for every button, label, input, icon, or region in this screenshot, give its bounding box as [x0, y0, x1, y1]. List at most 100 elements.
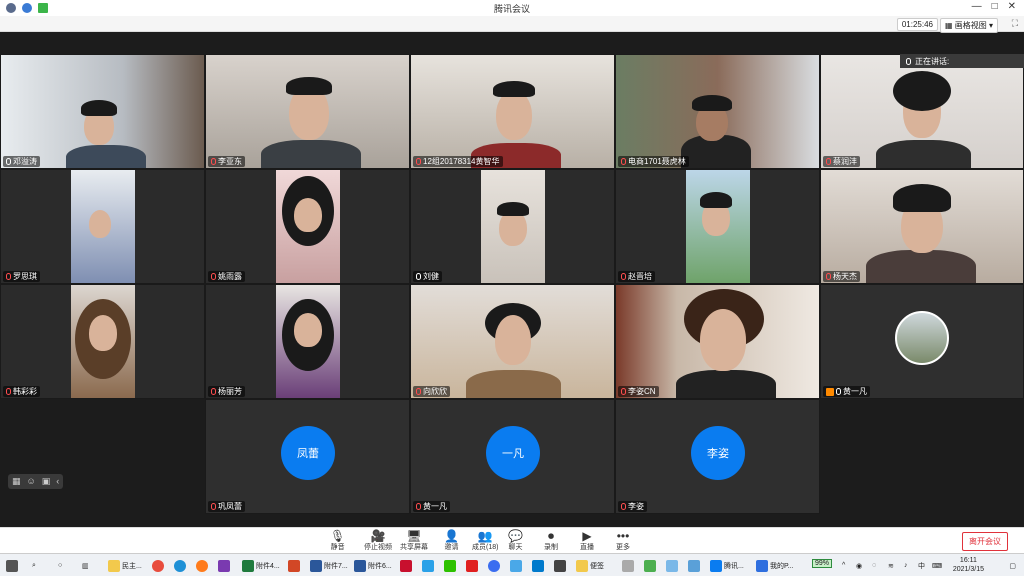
participant-name: 罗思琪: [13, 272, 37, 281]
video-tile[interactable]: 蔡润沣: [820, 54, 1024, 169]
app-icon[interactable]: [688, 558, 700, 573]
powerpoint-icon[interactable]: [288, 558, 300, 573]
tray-chevron-icon[interactable]: ^: [842, 558, 845, 573]
app-icon[interactable]: [554, 558, 566, 573]
input-method-indicator[interactable]: 中: [918, 558, 925, 573]
app-icon[interactable]: [622, 558, 634, 573]
taskbar-app[interactable]: 附件6...: [354, 558, 392, 573]
system-clock[interactable]: 16:11 2021/3/15: [953, 556, 984, 574]
leave-meeting-button[interactable]: 离开会议: [962, 532, 1008, 551]
video-tile[interactable]: 姚雨露: [205, 169, 410, 284]
view-mode-label: 画格视图: [954, 21, 987, 30]
task-view-icon[interactable]: ▥: [82, 558, 89, 573]
video-tile[interactable]: 一凡 黄一凡: [410, 399, 615, 514]
taskbar-app[interactable]: 民主...: [108, 558, 142, 573]
app-icon[interactable]: [466, 558, 478, 573]
app-icon[interactable]: [644, 558, 656, 573]
muted-microphone-icon: [211, 503, 216, 510]
app-icon[interactable]: [488, 558, 500, 573]
stop-video-button[interactable]: 🎥 停止视频: [364, 530, 392, 552]
participant-name: 李姿CN: [628, 387, 656, 396]
taskbar-app[interactable]: 腾讯...: [710, 558, 744, 573]
video-tile[interactable]: 杨丽芳: [205, 284, 410, 399]
mute-button[interactable]: 🎙 静音: [330, 530, 345, 552]
video-tile[interactable]: 韩彩彩: [0, 284, 205, 399]
video-tile[interactable]: 罗思琪: [0, 169, 205, 284]
grid-layout-icon[interactable]: ▦: [12, 476, 21, 487]
start-icon[interactable]: [6, 558, 18, 573]
avatar: 一凡: [486, 426, 540, 480]
participant-name: 刘健: [423, 272, 439, 281]
view-mode-button[interactable]: ▦ 画格视图 ▾: [939, 18, 998, 33]
participant-name: 黄一凡: [843, 387, 867, 396]
muted-microphone-icon: [211, 273, 216, 280]
fullscreen-icon[interactable]: ⛶: [1012, 18, 1018, 29]
taskbar-app[interactable]: 便签: [576, 558, 604, 573]
video-tile[interactable]: 电商1701聂虎林: [615, 54, 820, 169]
video-tile[interactable]: 黄一凡: [820, 284, 1024, 399]
participant-name: 向欣欣: [423, 387, 447, 396]
video-tile[interactable]: 向欣欣: [410, 284, 615, 399]
image-icon[interactable]: ▣: [42, 476, 51, 487]
muted-microphone-icon: [416, 503, 421, 510]
live-button[interactable]: ▶ 直播: [580, 530, 594, 552]
meeting-controls: 🎙 静音 🎥 停止视频 🖥 共享屏幕 👤 邀请 👥 成员(18) 💬 聊天 ⏺ 录制 ▶ 直播 …: [0, 527, 1024, 553]
avatar: [895, 311, 949, 365]
search-icon[interactable]: ⌕: [32, 558, 36, 573]
minimize-button[interactable]: —: [972, 1, 982, 12]
microphone-icon: [416, 273, 421, 280]
vscode-icon[interactable]: [532, 558, 544, 573]
video-tile[interactable]: 12组20178314黄智华: [410, 54, 615, 169]
tray-icon[interactable]: ◌: [872, 558, 876, 573]
record-label: 录制: [544, 544, 558, 551]
taskbar-app[interactable]: 我的P...: [756, 558, 794, 573]
participant-name: 韩彩彩: [13, 387, 37, 396]
taskbar-app-label: 我的P...: [770, 562, 794, 570]
muted-microphone-icon: [416, 158, 421, 165]
avatar: 李姿: [691, 426, 745, 480]
notification-icon[interactable]: ▢: [1009, 558, 1016, 573]
participant-name: 杨丽芳: [218, 387, 242, 396]
video-tile[interactable]: 李姿CN: [615, 284, 820, 399]
pdf-icon[interactable]: [400, 558, 412, 573]
keyboard-icon[interactable]: ⌨: [932, 558, 942, 573]
share-screen-button[interactable]: 🖥 共享屏幕: [400, 530, 428, 552]
members-button[interactable]: 👥 成员(18): [472, 530, 498, 552]
app-icon[interactable]: [422, 558, 434, 573]
wechat-icon[interactable]: [444, 558, 456, 573]
tray-icon[interactable]: ◉: [856, 558, 862, 573]
more-button[interactable]: ••• 更多: [616, 530, 630, 552]
video-tile[interactable]: 凤蕾 巩凤蕾: [205, 399, 410, 514]
onenote-icon[interactable]: [218, 558, 230, 573]
participant-name: 黄一凡: [423, 502, 447, 511]
taskbar-app[interactable]: 附件7...: [310, 558, 348, 573]
cortana-icon[interactable]: ○: [58, 558, 62, 573]
volume-icon[interactable]: ♪: [904, 558, 908, 573]
chrome-icon[interactable]: [152, 558, 164, 573]
video-tile[interactable]: 杨天杰: [820, 169, 1024, 284]
more-icon: •••: [616, 529, 630, 543]
face-icon[interactable]: ☺: [27, 476, 36, 487]
app-icon[interactable]: [666, 558, 678, 573]
chat-button[interactable]: 💬 聊天: [508, 530, 523, 552]
video-tile[interactable]: 邓溢涛: [0, 54, 205, 169]
maximize-button[interactable]: □: [992, 1, 998, 12]
wifi-icon[interactable]: ≋: [888, 558, 894, 573]
more-label: 更多: [616, 544, 630, 551]
close-button[interactable]: ✕: [1008, 1, 1016, 12]
video-tile[interactable]: 刘健: [410, 169, 615, 284]
microphone-icon: [906, 57, 911, 65]
record-button[interactable]: ⏺ 录制: [544, 530, 558, 552]
invite-button[interactable]: 👤 邀请: [444, 530, 459, 552]
muted-microphone-icon: [6, 273, 11, 280]
video-tile[interactable]: 李姿 李姿: [615, 399, 820, 514]
taskbar-app[interactable]: 附件4...: [242, 558, 280, 573]
edge-icon[interactable]: [174, 558, 186, 573]
video-tile[interactable]: 赵晋培: [615, 169, 820, 284]
app-icon[interactable]: [510, 558, 522, 573]
firefox-icon[interactable]: [196, 558, 208, 573]
video-tile[interactable]: 李亚东: [205, 54, 410, 169]
battery-indicator[interactable]: 99%: [811, 559, 832, 568]
participant-name: 电商1701聂虎林: [628, 157, 686, 166]
chevron-left-icon[interactable]: ‹: [56, 476, 59, 487]
